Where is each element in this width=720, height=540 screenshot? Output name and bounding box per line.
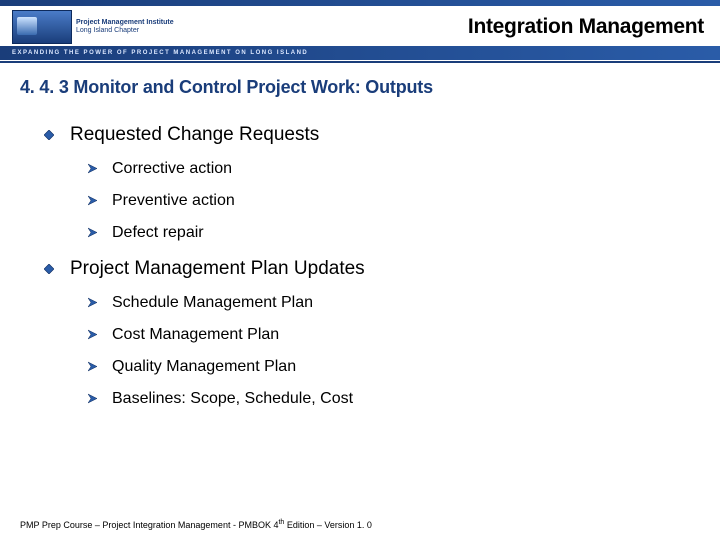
footer-text-b: Edition – Version 1. 0 [284,520,372,530]
bullet-item: Project Management Plan Updates Schedule… [70,258,700,408]
sub-list: Corrective action Preventive action Defe… [70,160,700,242]
diamond-bullet-icon [44,130,54,140]
tagline: EXPANDING THE POWER OF PROJECT MANAGEMEN… [0,50,308,56]
org-line2: Long Island Chapter [76,27,174,35]
sub-text: Schedule Management Plan [112,294,313,311]
diamond-bullet-icon [44,264,54,274]
sub-text: Baselines: Scope, Schedule, Cost [112,390,353,407]
footer: PMP Prep Course – Project Integration Ma… [20,519,372,530]
header: Project Management Institute Long Island… [0,6,720,46]
bullet-text: Project Management Plan Updates [70,258,365,279]
footer-text-a: PMP Prep Course – Project Integration Ma… [20,520,278,530]
tagline-bar: EXPANDING THE POWER OF PROJECT MANAGEMEN… [0,46,720,60]
slide-title: Integration Management [468,15,704,39]
bullet-item: Requested Change Requests Corrective act… [70,124,700,242]
section-title: 4. 4. 3 Monitor and Control Project Work… [0,63,720,104]
logo-text: Project Management Institute Long Island… [76,19,174,36]
arrow-bullet-icon [88,329,99,340]
arrow-bullet-icon [88,195,99,206]
sub-item: Quality Management Plan [112,358,700,376]
sub-item: Schedule Management Plan [112,294,700,312]
arrow-bullet-icon [88,297,99,308]
sub-item: Baselines: Scope, Schedule, Cost [112,390,700,408]
slide: Project Management Institute Long Island… [0,0,720,540]
sub-item: Cost Management Plan [112,326,700,344]
sub-text: Quality Management Plan [112,358,296,375]
sub-text: Preventive action [112,192,235,209]
sub-item: Defect repair [112,224,700,242]
arrow-bullet-icon [88,393,99,404]
content: Requested Change Requests Corrective act… [0,104,720,408]
arrow-bullet-icon [88,361,99,372]
logo-block: Project Management Institute Long Island… [12,10,174,44]
sub-item: Preventive action [112,192,700,210]
pmi-logo-icon [12,10,72,44]
sub-list: Schedule Management Plan Cost Management… [70,294,700,408]
arrow-bullet-icon [88,163,99,174]
org-line1: Project Management Institute [76,19,174,27]
arrow-bullet-icon [88,227,99,238]
sub-item: Corrective action [112,160,700,178]
sub-text: Corrective action [112,160,232,177]
sub-text: Cost Management Plan [112,326,279,343]
sub-text: Defect repair [112,224,204,241]
bullet-text: Requested Change Requests [70,124,319,145]
